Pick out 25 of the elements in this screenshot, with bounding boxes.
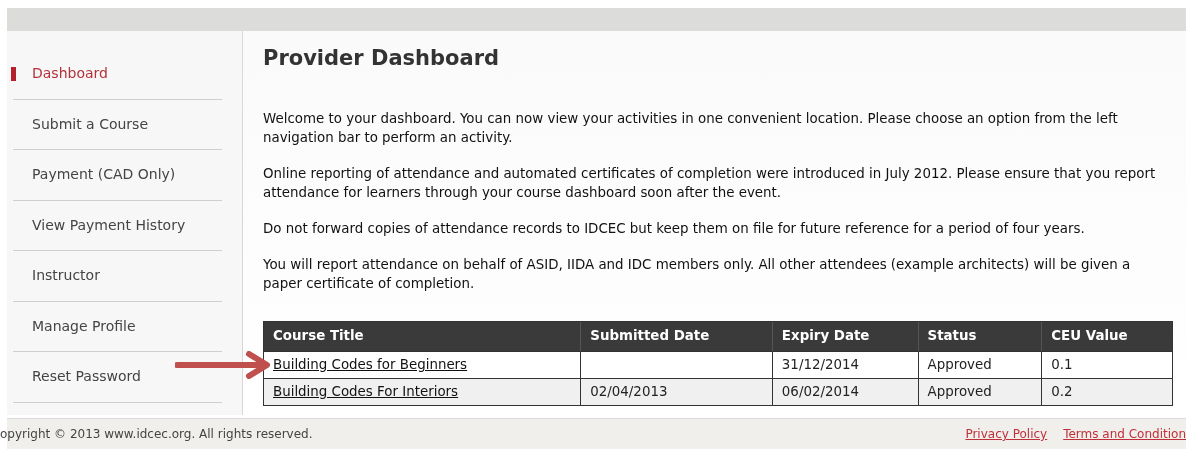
course-link[interactable]: Building Codes For Interiors <box>273 381 459 403</box>
copyright-text: opyright © 2013 www.idcec.org. All rights reserved. <box>0 426 313 443</box>
table-cell-text: 0.2 <box>1051 382 1073 401</box>
table-cell-text: 02/04/2013 <box>590 382 668 401</box>
sidebar-item[interactable]: Dashboard <box>13 58 108 89</box>
sidebar-item[interactable]: Payment (CAD Only) <box>13 159 176 190</box>
sidebar-item[interactable]: Instructor <box>13 260 100 291</box>
sidebar-item[interactable]: Manage Profile <box>13 311 136 342</box>
paragraph: Do not forward copies of attendance records to IDCEC but keep them on file for future reference for a period of four years. <box>263 220 1086 238</box>
sidebar-item[interactable]: View Payment History <box>13 210 186 241</box>
footer-link[interactable]: Terms and Condition <box>1063 425 1186 443</box>
sidebar-item[interactable]: Submit a Course <box>13 109 149 140</box>
paragraph: Online reporting of attendance and automated certificates of completion were introduced in July 2012. Please ensure that you report attendance for learners through your course dashboard soon after the event. <box>263 165 1157 202</box>
table-cell-text: Approved <box>927 355 992 374</box>
page-title: Provider Dashboard <box>263 45 501 72</box>
paragraph: You will report attendance on behalf of ASID, IIDA and IDC members only. All other attendees (example architects) will be given a paper certificate of completion. <box>263 256 1132 293</box>
column-header: Course Title <box>272 327 365 346</box>
sidebar-item[interactable]: Reset Password <box>13 361 141 392</box>
table-cell-text: 31/12/2014 <box>781 355 860 374</box>
table-cell-text: Approved <box>927 382 992 401</box>
footer-link[interactable]: Privacy Policy <box>965 425 1048 443</box>
table-cell-text: 06/02/2014 <box>781 382 860 401</box>
paragraph: Welcome to your dashboard. You can now view your activities in one convenient location. Please choose an option from the left navigation bar to perform an activity. <box>263 110 1119 147</box>
table-cell-text: 0.1 <box>1051 355 1073 374</box>
course-link[interactable]: Building Codes for Beginners <box>273 354 468 376</box>
